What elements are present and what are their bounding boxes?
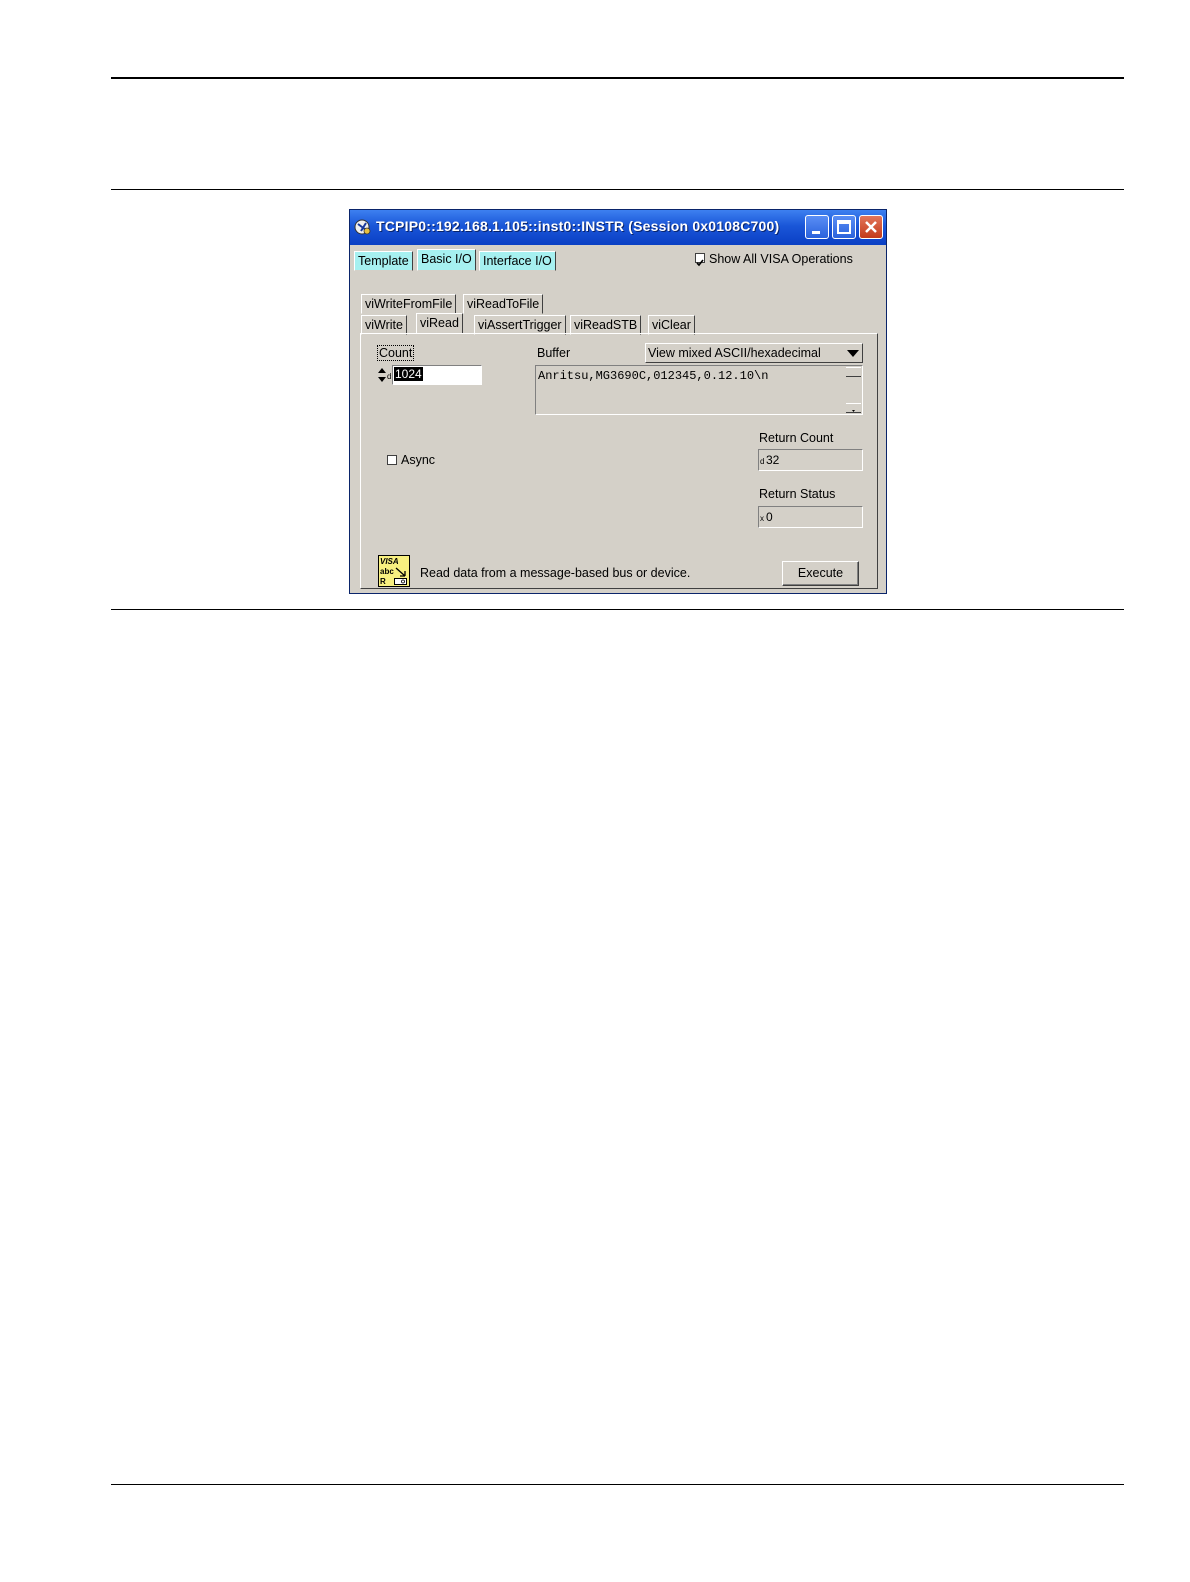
buffer-scrollbar[interactable] — [846, 367, 861, 413]
return-status-label: Return Status — [759, 487, 836, 501]
show-all-checkbox[interactable] — [695, 253, 705, 267]
async-checkbox[interactable] — [387, 455, 397, 465]
count-spinner-icon[interactable] — [377, 366, 387, 384]
show-all-label: Show All VISA Operations — [709, 252, 853, 266]
return-count-value: 32 — [766, 453, 780, 467]
scroll-down-button[interactable] — [846, 403, 861, 413]
view-mode-select[interactable]: View mixed ASCII/hexadecimal — [645, 343, 863, 363]
checkmark-icon — [696, 259, 704, 267]
buffer-textarea[interactable]: Anritsu,MG3690C,012345,0.12.10\n — [535, 365, 863, 415]
tab-viasserttrigger[interactable]: viAssertTrigger — [474, 315, 566, 335]
minimize-button[interactable] — [805, 215, 829, 239]
maximize-button[interactable] — [832, 215, 856, 239]
scroll-down-icon — [852, 410, 855, 412]
tab-template[interactable]: Template — [354, 251, 413, 271]
scroll-up-button[interactable] — [846, 367, 861, 377]
tab-basic-io[interactable]: Basic I/O — [417, 249, 476, 271]
maximize-icon — [837, 220, 851, 234]
buffer-content: Anritsu,MG3690C,012345,0.12.10\n — [538, 369, 769, 383]
async-label: Async — [401, 453, 436, 467]
window-client: Template Basic I/O Interface I/O Show Al… — [350, 245, 886, 593]
return-status-value: 0 — [766, 510, 773, 524]
return-count-field: d 32 — [758, 449, 863, 471]
minimize-icon — [812, 231, 820, 234]
visa-icon-line2: abc — [380, 567, 394, 576]
return-status-field: x 0 — [758, 506, 863, 528]
execute-button[interactable]: Execute — [782, 561, 859, 586]
visa-app-icon — [354, 219, 371, 235]
visa-icon-line1: VISA — [380, 557, 399, 566]
viread-panel: Count d 1024 Buffer View mixed ASCII/hex… — [360, 333, 878, 589]
return-count-radix: d — [760, 457, 765, 466]
instrument-icon — [394, 578, 407, 585]
tab-vireadtofile[interactable]: viReadToFile — [463, 294, 544, 314]
visa-icon-line3: R — [380, 577, 386, 586]
tab-viwritefromfile[interactable]: viWriteFromFile — [361, 294, 457, 314]
count-radix: d — [387, 372, 392, 381]
view-mode-value: View mixed ASCII/hexadecimal — [648, 346, 821, 360]
tab-viclear[interactable]: viClear — [648, 315, 695, 335]
visa-session-window: TCPIP0::192.168.1.105::inst0::INSTR (Ses… — [349, 209, 887, 594]
close-button[interactable] — [859, 215, 883, 239]
figure-top-rule — [111, 189, 1124, 190]
read-arrow-icon — [395, 567, 406, 577]
chevron-down-icon — [847, 350, 859, 357]
footer-rule — [111, 1484, 1124, 1485]
tab-viwrite[interactable]: viWrite — [361, 315, 407, 335]
title-bar[interactable]: TCPIP0::192.168.1.105::inst0::INSTR (Ses… — [350, 210, 886, 245]
count-input[interactable]: 1024 — [392, 365, 482, 385]
count-label: Count — [377, 345, 415, 361]
buffer-label: Buffer — [537, 346, 571, 360]
return-status-radix: x — [760, 514, 764, 523]
top-rule — [111, 77, 1124, 79]
tab-viread[interactable]: viRead — [416, 313, 463, 334]
return-count-label: Return Count — [759, 431, 834, 445]
count-value: 1024 — [394, 367, 423, 381]
operation-description: Read data from a message-based bus or de… — [420, 566, 691, 580]
figure-bottom-rule — [111, 609, 1124, 610]
tab-interface-io[interactable]: Interface I/O — [479, 251, 556, 271]
tab-vireadstb[interactable]: viReadSTB — [570, 315, 642, 335]
visa-operation-icon: VISA abc R — [378, 555, 410, 587]
close-icon — [865, 221, 877, 233]
window-title: TCPIP0::192.168.1.105::inst0::INSTR (Ses… — [376, 218, 780, 234]
